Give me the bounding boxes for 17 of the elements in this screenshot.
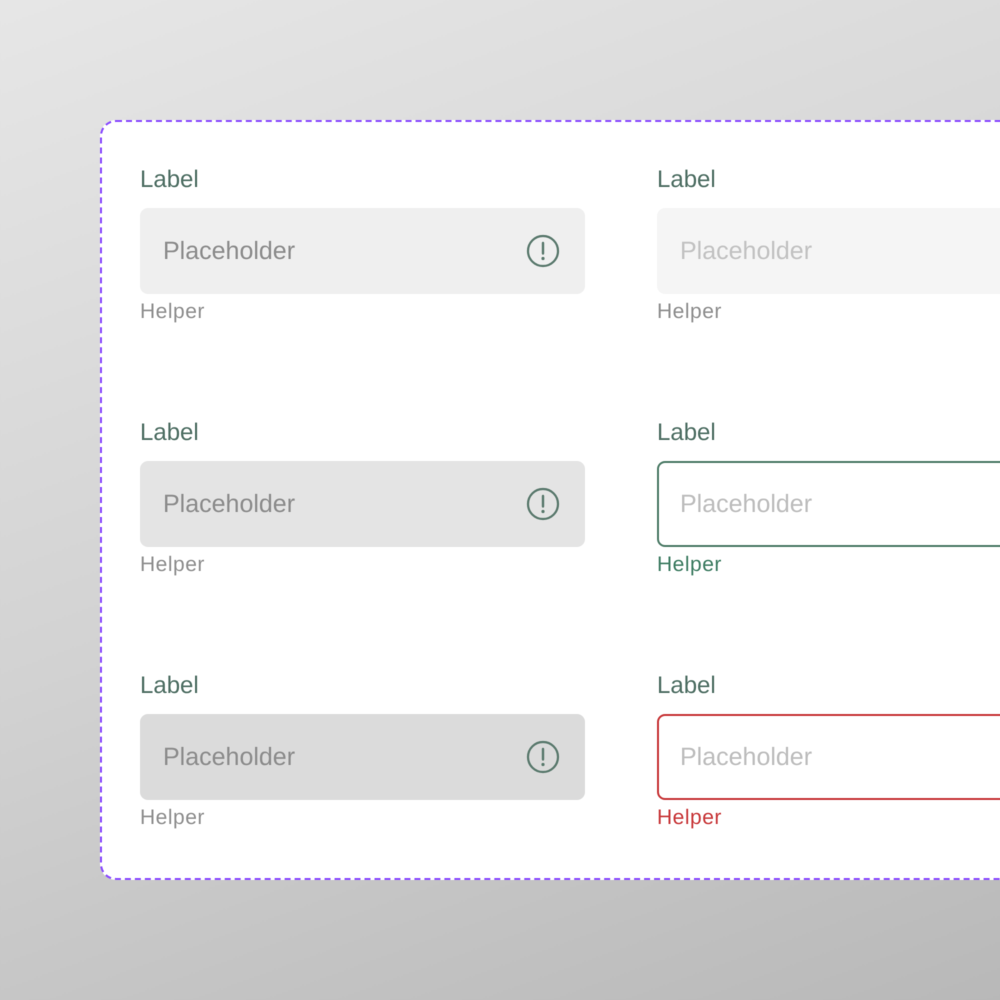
helper-text: Helper (140, 553, 205, 577)
field-label: Label (140, 419, 199, 447)
field-label: Label (657, 419, 716, 447)
field-label: Label (140, 672, 199, 700)
input-field[interactable]: Placeholder (140, 714, 585, 800)
helper-text: Helper (657, 300, 722, 324)
field-label: Label (140, 166, 199, 194)
field-label: Label (657, 166, 716, 194)
input-field[interactable]: Placeholder (140, 461, 585, 547)
field-label: Label (657, 672, 716, 700)
input-field[interactable]: Placeholder (140, 208, 585, 294)
helper-text: Helper (140, 300, 205, 324)
helper-text: Helper (657, 806, 722, 830)
helper-text: Helper (140, 806, 205, 830)
helper-text: Helper (657, 553, 722, 577)
input-field[interactable]: Placeholder (657, 461, 1000, 547)
input-field[interactable]: Placeholder (657, 714, 1000, 800)
